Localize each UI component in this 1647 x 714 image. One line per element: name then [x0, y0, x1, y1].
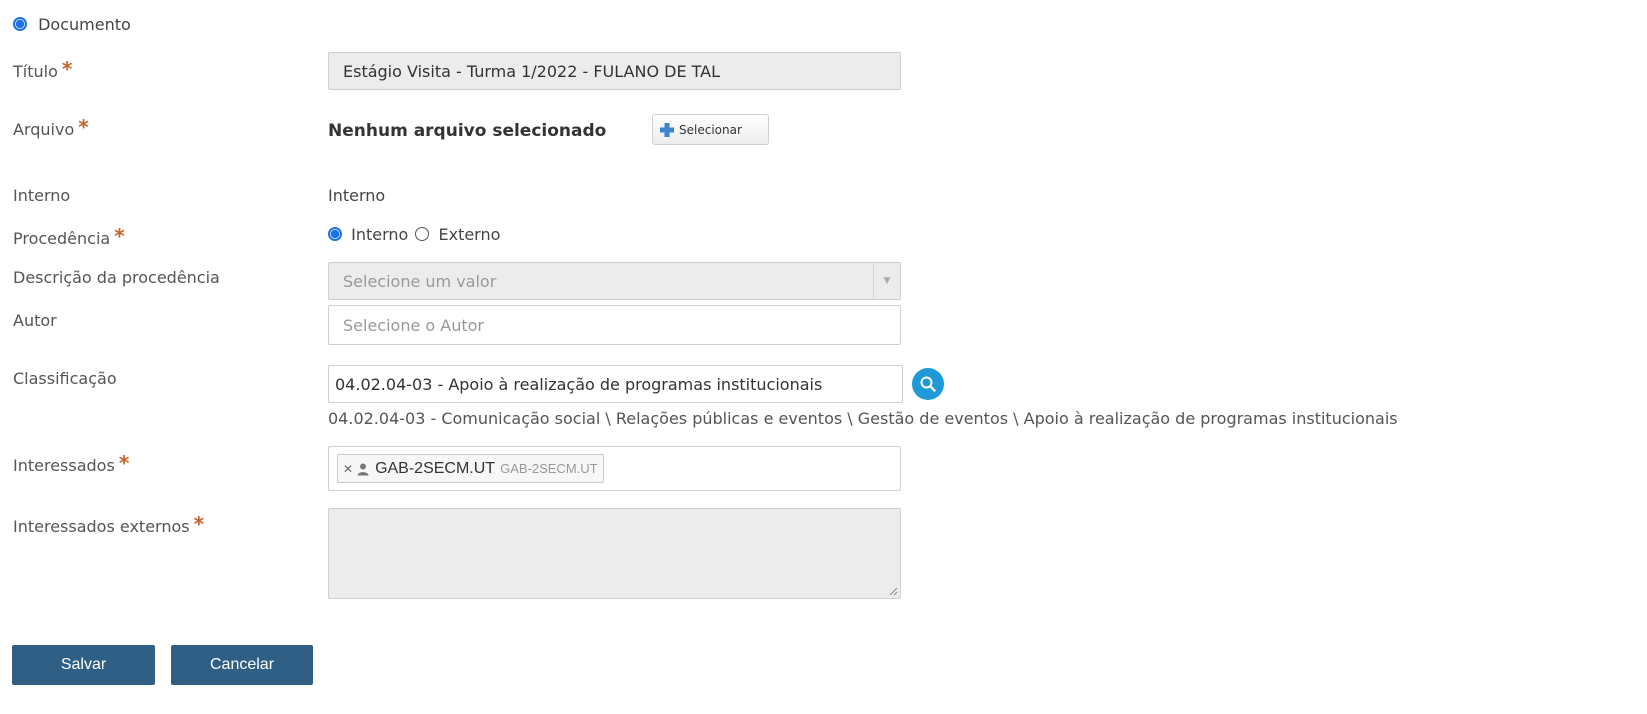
- interessados-externos-label-text: Interessados externos: [13, 517, 190, 536]
- arquivo-label: Arquivo *: [13, 115, 89, 140]
- procedencia-option-externo[interactable]: Externo: [415, 225, 500, 244]
- interessados-label-text: Interessados: [13, 456, 115, 475]
- close-icon[interactable]: ✕: [343, 462, 353, 476]
- classificacao-search-button[interactable]: [912, 368, 944, 400]
- descricao-procedencia-select[interactable]: Selecione um valor ▼: [328, 262, 901, 300]
- document-type-label: Documento: [38, 15, 131, 34]
- autor-label: Autor: [13, 311, 57, 330]
- interessados-externos-label: Interessados externos *: [13, 512, 205, 537]
- save-button[interactable]: Salvar: [12, 645, 155, 685]
- document-type-option[interactable]: Documento: [13, 15, 131, 34]
- descricao-procedencia-label: Descrição da procedência: [13, 268, 220, 287]
- user-icon: [357, 463, 369, 475]
- search-icon: [920, 376, 936, 392]
- titulo-label-text: Título: [13, 62, 58, 81]
- procedencia-options: Interno Externo: [328, 225, 500, 244]
- interessados-label: Interessados *: [13, 451, 130, 476]
- classificacao-label: Classificação: [13, 369, 117, 388]
- select-file-button[interactable]: Selecionar: [652, 114, 769, 145]
- titulo-value: Estágio Visita - Turma 1/2022 - FULANO D…: [343, 61, 721, 81]
- interessado-tag-name: GAB-2SECM.UT: [375, 459, 496, 477]
- autor-input[interactable]: Selecione o Autor: [328, 305, 901, 345]
- procedencia-option-interno-label: Interno: [351, 225, 409, 244]
- dropdown-arrow-icon[interactable]: ▼: [873, 263, 900, 299]
- descricao-procedencia-placeholder: Selecione um valor: [343, 271, 497, 291]
- arquivo-status: Nenhum arquivo selecionado: [328, 121, 607, 141]
- arquivo-label-text: Arquivo: [13, 120, 75, 139]
- procedencia-label-text: Procedência: [13, 229, 111, 248]
- interessado-tag-sub: GAB-2SECM.UT: [500, 461, 598, 476]
- required-star-icon: *: [78, 115, 89, 139]
- resize-handle-icon[interactable]: [888, 586, 898, 596]
- interessado-tag: ✕ GAB-2SECM.UT GAB-2SECM.UT: [337, 454, 604, 483]
- required-star-icon: *: [193, 512, 205, 536]
- select-file-button-label: Selecionar: [679, 122, 742, 137]
- procedencia-option-interno[interactable]: Interno: [328, 225, 413, 244]
- procedencia-label: Procedência *: [13, 224, 125, 249]
- radio-unselected-icon[interactable]: [415, 227, 430, 241]
- plus-icon: [660, 122, 674, 137]
- interno-label: Interno: [13, 186, 71, 205]
- interessados-input[interactable]: ✕ GAB-2SECM.UT GAB-2SECM.UT: [328, 446, 901, 491]
- interessados-externos-textarea[interactable]: [328, 508, 901, 599]
- classificacao-input[interactable]: 04.02.04-03 - Apoio à realização de prog…: [328, 365, 903, 403]
- cancel-button[interactable]: Cancelar: [171, 645, 313, 685]
- radio-selected-icon[interactable]: [328, 227, 342, 241]
- required-star-icon: *: [118, 451, 130, 475]
- autor-placeholder: Selecione o Autor: [343, 315, 484, 335]
- interno-value: Interno: [328, 186, 386, 205]
- required-star-icon: *: [61, 57, 73, 81]
- classificacao-value: 04.02.04-03 - Apoio à realização de prog…: [335, 374, 823, 394]
- titulo-label: Título *: [13, 57, 73, 82]
- procedencia-option-externo-label: Externo: [438, 225, 501, 244]
- classificacao-path: 04.02.04-03 - Comunicação social \ Relaç…: [328, 409, 1398, 428]
- titulo-input[interactable]: Estágio Visita - Turma 1/2022 - FULANO D…: [328, 52, 901, 90]
- required-star-icon: *: [114, 224, 125, 248]
- radio-selected-icon[interactable]: [13, 17, 27, 31]
